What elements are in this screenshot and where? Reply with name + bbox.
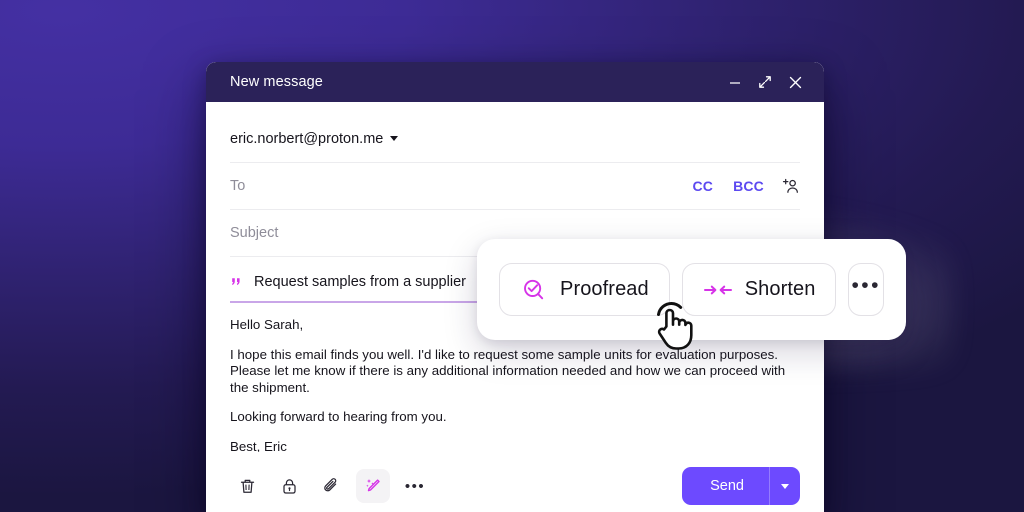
bcc-button[interactable]: BCC	[733, 178, 764, 194]
minimize-icon	[730, 82, 740, 84]
shorten-arrows-icon	[703, 285, 732, 294]
screenshot-stage: New message eric.norbert@proton.me To CC…	[0, 0, 1024, 512]
compose-titlebar: New message	[206, 62, 824, 102]
add-contact-button[interactable]	[782, 177, 800, 195]
close-icon	[789, 76, 801, 88]
from-row[interactable]: eric.norbert@proton.me	[230, 116, 800, 162]
proofread-check-magnifier-icon	[524, 279, 544, 299]
from-address: eric.norbert@proton.me	[230, 131, 384, 147]
more-options-button[interactable]: •••	[400, 471, 430, 501]
magic-wand-icon	[366, 479, 380, 492]
body-paragraph: I hope this email finds you well. I'd li…	[230, 346, 786, 395]
lock-icon	[282, 478, 296, 494]
add-contact-icon	[782, 178, 798, 193]
to-row[interactable]: To CC BCC	[230, 163, 800, 209]
body-closing: Looking forward to hearing from you.	[230, 409, 447, 425]
send-options-button[interactable]	[770, 467, 800, 505]
paperclip-icon	[324, 478, 337, 492]
minimize-button[interactable]	[720, 67, 750, 97]
writing-assistant-button[interactable]	[356, 469, 390, 503]
ellipsis-icon: •••	[851, 274, 882, 297]
send-label: Send	[710, 478, 744, 494]
chevron-down-icon	[390, 135, 399, 141]
cc-button[interactable]: CC	[692, 178, 713, 194]
proofread-label: Proofread	[560, 278, 649, 300]
attachment-button[interactable]	[314, 469, 348, 503]
assistant-prompt-text: Request samples from a supplier	[254, 274, 466, 290]
expand-icon	[759, 76, 771, 88]
quote-icon	[230, 275, 244, 289]
proofread-button[interactable]: Proofread	[499, 263, 670, 316]
ai-actions-popup: Proofread Shorten •••	[477, 239, 906, 340]
trash-icon	[240, 479, 254, 493]
send-button[interactable]: Send	[682, 467, 800, 505]
delete-draft-button[interactable]	[230, 469, 264, 503]
window-title: New message	[230, 74, 323, 90]
compose-toolbar: ••• Send	[206, 452, 824, 512]
shorten-button[interactable]: Shorten	[681, 263, 837, 316]
close-button[interactable]	[780, 67, 810, 97]
to-input[interactable]: To	[230, 178, 672, 194]
encryption-button[interactable]	[272, 469, 306, 503]
ai-more-actions-button[interactable]: •••	[848, 263, 884, 316]
shorten-label: Shorten	[744, 278, 816, 300]
expand-button[interactable]	[750, 67, 780, 97]
chevron-down-icon	[781, 483, 789, 489]
